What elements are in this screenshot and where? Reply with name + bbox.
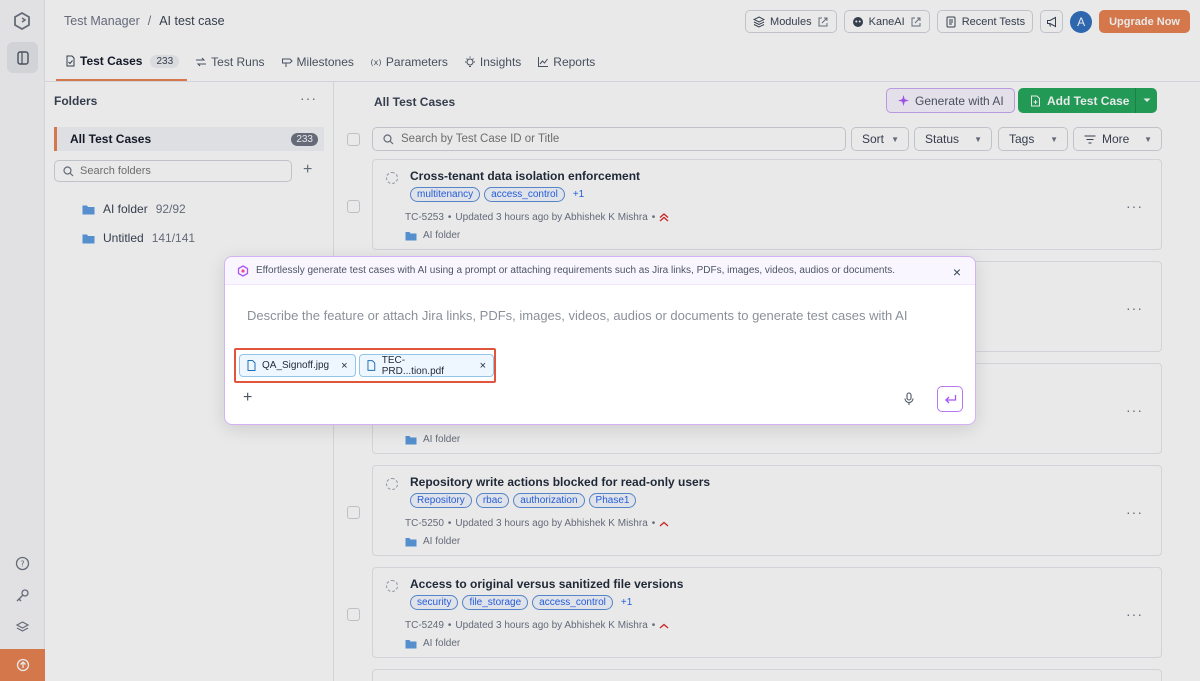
attachment-name: TEC- PRD...tion.pdf bbox=[381, 354, 444, 377]
attachment-name: QA_Signoff.jpg bbox=[262, 360, 330, 371]
submit-prompt-button[interactable] bbox=[937, 386, 963, 412]
file-icon bbox=[367, 360, 376, 371]
remove-attachment-button[interactable]: × bbox=[341, 360, 347, 372]
ai-info-banner: Effortlessly generate test cases with AI… bbox=[225, 257, 975, 285]
attachment-chip[interactable]: TEC- PRD...tion.pdf × bbox=[359, 354, 494, 377]
close-dialog-button[interactable]: × bbox=[953, 264, 961, 280]
add-attachment-button[interactable]: + bbox=[243, 389, 252, 407]
ai-logo-icon bbox=[237, 264, 249, 277]
ai-banner-text: Effortlessly generate test cases with AI… bbox=[256, 265, 896, 276]
ai-prompt-input[interactable]: Describe the feature or attach Jira link… bbox=[247, 308, 907, 323]
ai-generate-dialog: Effortlessly generate test cases with AI… bbox=[224, 256, 976, 425]
file-icon bbox=[247, 360, 256, 371]
microphone-icon[interactable] bbox=[903, 392, 915, 406]
remove-attachment-button[interactable]: × bbox=[480, 360, 486, 372]
attachments-highlight: QA_Signoff.jpg × TEC- PRD...tion.pdf × bbox=[234, 348, 496, 383]
enter-arrow-icon bbox=[944, 394, 956, 403]
attachment-chip[interactable]: QA_Signoff.jpg × bbox=[239, 354, 356, 377]
